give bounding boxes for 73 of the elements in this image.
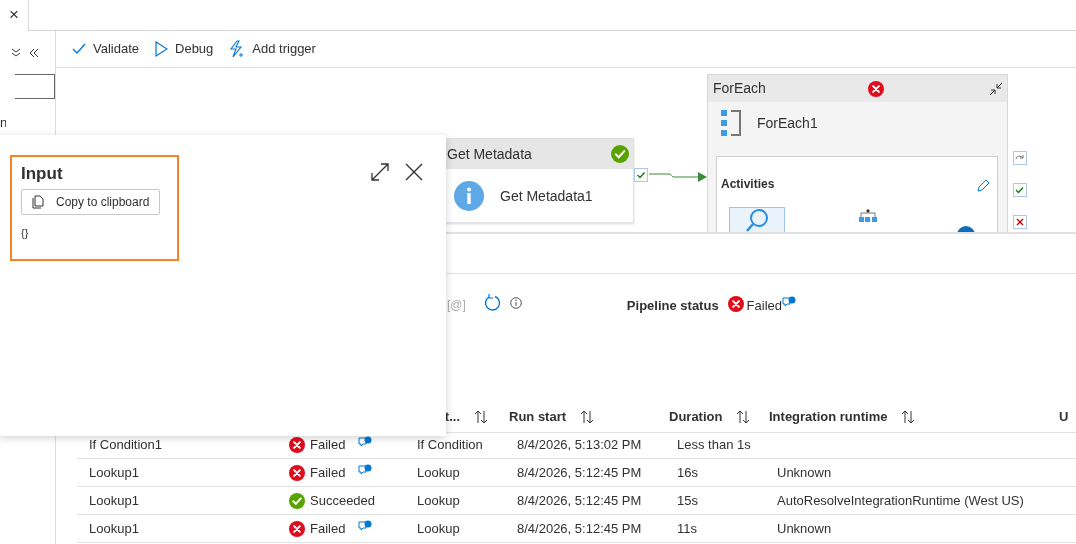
lightning-icon <box>229 40 246 58</box>
info-icon <box>454 181 484 211</box>
table-cell: 8/4/2026, 5:12:45 PM <box>505 515 665 543</box>
sort-icon[interactable] <box>901 409 916 424</box>
column-header[interactable]: Integration runtime <box>769 406 888 427</box>
status-text: Failed <box>310 463 346 482</box>
table-cell: Lookup1 <box>77 487 285 515</box>
failure-handle-icon[interactable] <box>1013 215 1027 229</box>
comment-icon[interactable] <box>358 519 373 532</box>
column-header[interactable]: U <box>1059 406 1069 427</box>
json-content: {} <box>21 226 30 241</box>
table-cell: Less than 1s <box>665 431 765 459</box>
pencil-icon[interactable] <box>976 179 990 193</box>
node-name: Get Metadata1 <box>500 186 593 206</box>
table-cell: 8/4/2026, 5:13:02 PM <box>505 431 665 459</box>
expand-icon[interactable] <box>370 162 390 182</box>
panel-title: Input <box>21 163 64 185</box>
node-title: Get Metadata <box>447 144 532 164</box>
column-header[interactable]: Duration <box>669 406 723 427</box>
collapse-icon[interactable] <box>29 47 39 58</box>
check-icon <box>72 43 86 55</box>
sidebar-text: n <box>0 114 6 132</box>
foreach-icon <box>721 109 741 137</box>
comment-icon[interactable] <box>782 296 797 308</box>
refresh-icon[interactable] <box>482 294 501 312</box>
play-icon <box>155 41 168 57</box>
connector-arrow <box>649 169 708 179</box>
status-text: Failed <box>310 435 346 454</box>
copy-icon <box>32 195 44 209</box>
column-header[interactable]: t... <box>444 406 460 427</box>
comment-icon[interactable] <box>358 435 373 448</box>
comment-icon[interactable] <box>358 463 373 476</box>
status-text: Succeeded <box>310 491 376 510</box>
sort-icon[interactable] <box>736 409 751 424</box>
search-field[interactable] <box>15 74 55 99</box>
toolbar-text: [@] <box>447 297 466 314</box>
expand-all-icon[interactable] <box>11 47 21 58</box>
search-activity-icon[interactable] <box>729 207 785 232</box>
sort-icon[interactable] <box>474 409 488 424</box>
table-cell: Lookup <box>405 487 505 515</box>
table-cell: 11s <box>665 515 765 543</box>
pipeline-status-label: Pipeline status <box>626 297 719 315</box>
validate-button[interactable]: Validate <box>72 39 139 59</box>
node-title: ForEach <box>713 79 766 98</box>
table-cell: 15s <box>665 487 765 515</box>
close-icon[interactable] <box>405 163 423 181</box>
skip-handle-icon[interactable] <box>1013 151 1027 165</box>
section-label: Activities <box>721 176 775 193</box>
foreach-container[interactable]: ForEach ForEach1 Activities <box>707 74 1008 232</box>
table-cell: AutoResolveIntegrationRuntime (West US) <box>765 487 1055 515</box>
pipeline-status-text: Failed <box>746 297 783 315</box>
table-cell: 8/4/2026, 5:12:45 PM <box>505 459 665 487</box>
table-cell: Lookup1 <box>77 459 285 487</box>
sort-icon[interactable] <box>580 409 595 424</box>
column-header[interactable]: Run start <box>509 406 567 427</box>
table-cell: 8/4/2026, 5:12:45 PM <box>505 487 665 515</box>
close-tab-button[interactable]: × <box>0 0 29 31</box>
table-cell: Unknown <box>765 459 1055 487</box>
info-icon[interactable] <box>509 297 522 309</box>
table-cell: Lookup <box>405 515 505 543</box>
table-cell: Unknown <box>765 515 1055 543</box>
table-cell: Lookup1 <box>77 515 285 543</box>
copy-button[interactable]: Copy to clipboard <box>21 189 161 215</box>
trigger-button[interactable]: Add trigger <box>229 39 316 59</box>
activity-node[interactable]: Get Metadata Get Metadata1 <box>445 138 634 223</box>
table-cell: 16s <box>665 459 765 487</box>
node-name: ForEach1 <box>757 113 818 133</box>
table-cell: Lookup <box>405 459 505 487</box>
status-text: Failed <box>310 519 346 538</box>
collapse-icon[interactable] <box>989 81 1003 96</box>
debug-button[interactable]: Debug <box>155 39 214 59</box>
success-handle-icon[interactable] <box>634 168 648 182</box>
success-handle-icon[interactable] <box>1013 183 1027 197</box>
